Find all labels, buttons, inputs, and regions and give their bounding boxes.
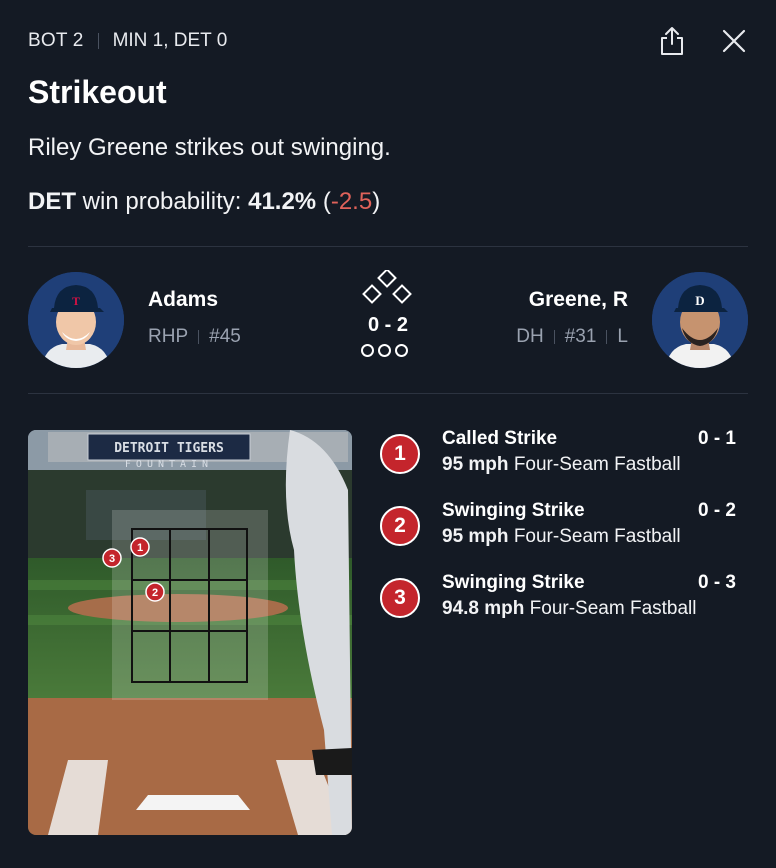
pitch-marker-3[interactable]: 3 bbox=[102, 548, 122, 568]
pitch-location-chart: DETROIT TIGERS FOUNTAIN 3 1 2 bbox=[28, 430, 352, 835]
svg-text:2: 2 bbox=[152, 587, 158, 599]
close-button[interactable] bbox=[720, 26, 748, 56]
batter-headshot-icon: D bbox=[652, 272, 748, 368]
svg-text:D: D bbox=[695, 293, 704, 308]
win-probability: DET win probability: 41.2% (-2.5) bbox=[28, 188, 380, 216]
inning-label: BOT 2 bbox=[28, 30, 84, 51]
pitch-row[interactable]: 1 Called Strike 0 - 1 95 mph Four-Seam F… bbox=[378, 426, 740, 498]
pitch-count: 0 - 3 bbox=[697, 572, 736, 593]
pitch-number-badge: 1 bbox=[380, 434, 420, 474]
section-divider bbox=[28, 393, 748, 394]
stadium-banner-subtext: FOUNTAIN bbox=[125, 459, 213, 470]
play-title: Strikeout bbox=[28, 74, 167, 110]
win-prob-team: DET bbox=[28, 188, 76, 215]
meta-divider bbox=[606, 330, 608, 344]
meta-divider bbox=[553, 330, 555, 344]
pitch-result: Called Strike bbox=[442, 428, 558, 449]
header-actions bbox=[658, 26, 748, 56]
header-bar: BOT 2 MIN 1, DET 0 bbox=[28, 26, 748, 56]
pitch-number-badge: 2 bbox=[380, 506, 420, 546]
pitch-row[interactable]: 2 Swinging Strike 0 - 2 95 mph Four-Seam… bbox=[378, 498, 740, 570]
out-dot bbox=[361, 344, 374, 357]
pitch-type: Four-Seam Fastball bbox=[513, 526, 681, 547]
batter-meta: DH #31 L bbox=[516, 326, 628, 348]
pitch-result: Swinging Strike bbox=[442, 572, 585, 593]
pitch-speed: 95 mph bbox=[442, 454, 509, 475]
header-divider bbox=[97, 33, 99, 49]
ball-strike-count: 0 - 2 bbox=[367, 314, 409, 336]
section-divider bbox=[28, 246, 748, 247]
win-prob-value: 41.2% bbox=[248, 188, 317, 215]
batter-avatar[interactable]: D bbox=[652, 272, 748, 368]
game-state: 0 - 2 bbox=[358, 270, 418, 370]
svg-text:1: 1 bbox=[137, 542, 143, 554]
batter-bats: L bbox=[617, 326, 628, 347]
pitcher-number: #45 bbox=[209, 326, 241, 347]
pitch-detail: 94.8 mph Four-Seam Fastball bbox=[442, 598, 697, 620]
pitcher-headshot-icon: T bbox=[28, 272, 124, 368]
batter-number: #31 bbox=[564, 326, 597, 347]
share-button[interactable] bbox=[658, 26, 686, 56]
pitcher-avatar[interactable]: T bbox=[28, 272, 124, 368]
win-prob-label: win probability: bbox=[82, 188, 242, 215]
share-icon bbox=[661, 27, 683, 55]
svg-text:3: 3 bbox=[109, 553, 115, 565]
pitch-speed: 94.8 mph bbox=[442, 598, 525, 619]
win-prob-delta: -2.5 bbox=[330, 188, 373, 215]
stadium-banner-text: DETROIT TIGERS bbox=[114, 441, 224, 456]
pitch-number-badge: 3 bbox=[380, 578, 420, 618]
pitch-type: Four-Seam Fastball bbox=[529, 598, 697, 619]
score-label: MIN 1, DET 0 bbox=[112, 30, 228, 51]
matchup-row: T Adams RHP #45 0 - 2 Greene, R DH #31 L bbox=[28, 270, 748, 370]
meta-divider bbox=[198, 330, 200, 344]
pitch-row[interactable]: 3 Swinging Strike 0 - 3 94.8 mph Four-Se… bbox=[378, 570, 740, 642]
pitch-type: Four-Seam Fastball bbox=[513, 454, 681, 475]
pitch-count: 0 - 2 bbox=[697, 500, 736, 521]
pitch-sequence-list: 1 Called Strike 0 - 1 95 mph Four-Seam F… bbox=[378, 426, 740, 642]
bases-diamond-icon bbox=[362, 270, 412, 304]
pitch-speed: 95 mph bbox=[442, 526, 509, 547]
pitcher-throws: RHP bbox=[148, 326, 189, 347]
play-description: Riley Greene strikes out swinging. bbox=[28, 134, 391, 161]
pitcher-name[interactable]: Adams bbox=[148, 288, 218, 312]
out-dot bbox=[378, 344, 391, 357]
win-prob-close: ) bbox=[372, 188, 381, 215]
strike-zone-view[interactable]: DETROIT TIGERS FOUNTAIN 3 1 2 bbox=[28, 430, 352, 835]
win-prob-open: ( bbox=[322, 188, 331, 215]
svg-text:T: T bbox=[72, 294, 80, 308]
pitch-marker-1[interactable]: 1 bbox=[130, 537, 150, 557]
out-dot bbox=[395, 344, 408, 357]
pitch-marker-2[interactable]: 2 bbox=[145, 582, 165, 602]
outs-indicator bbox=[361, 344, 408, 357]
batter-name[interactable]: Greene, R bbox=[529, 288, 628, 312]
pitcher-meta: RHP #45 bbox=[148, 326, 241, 348]
pitch-result: Swinging Strike bbox=[442, 500, 585, 521]
batter-position: DH bbox=[516, 326, 544, 347]
close-icon bbox=[722, 29, 746, 53]
pitch-count: 0 - 1 bbox=[697, 428, 736, 449]
pitch-detail: 95 mph Four-Seam Fastball bbox=[442, 454, 681, 476]
pitch-detail: 95 mph Four-Seam Fastball bbox=[442, 526, 681, 548]
